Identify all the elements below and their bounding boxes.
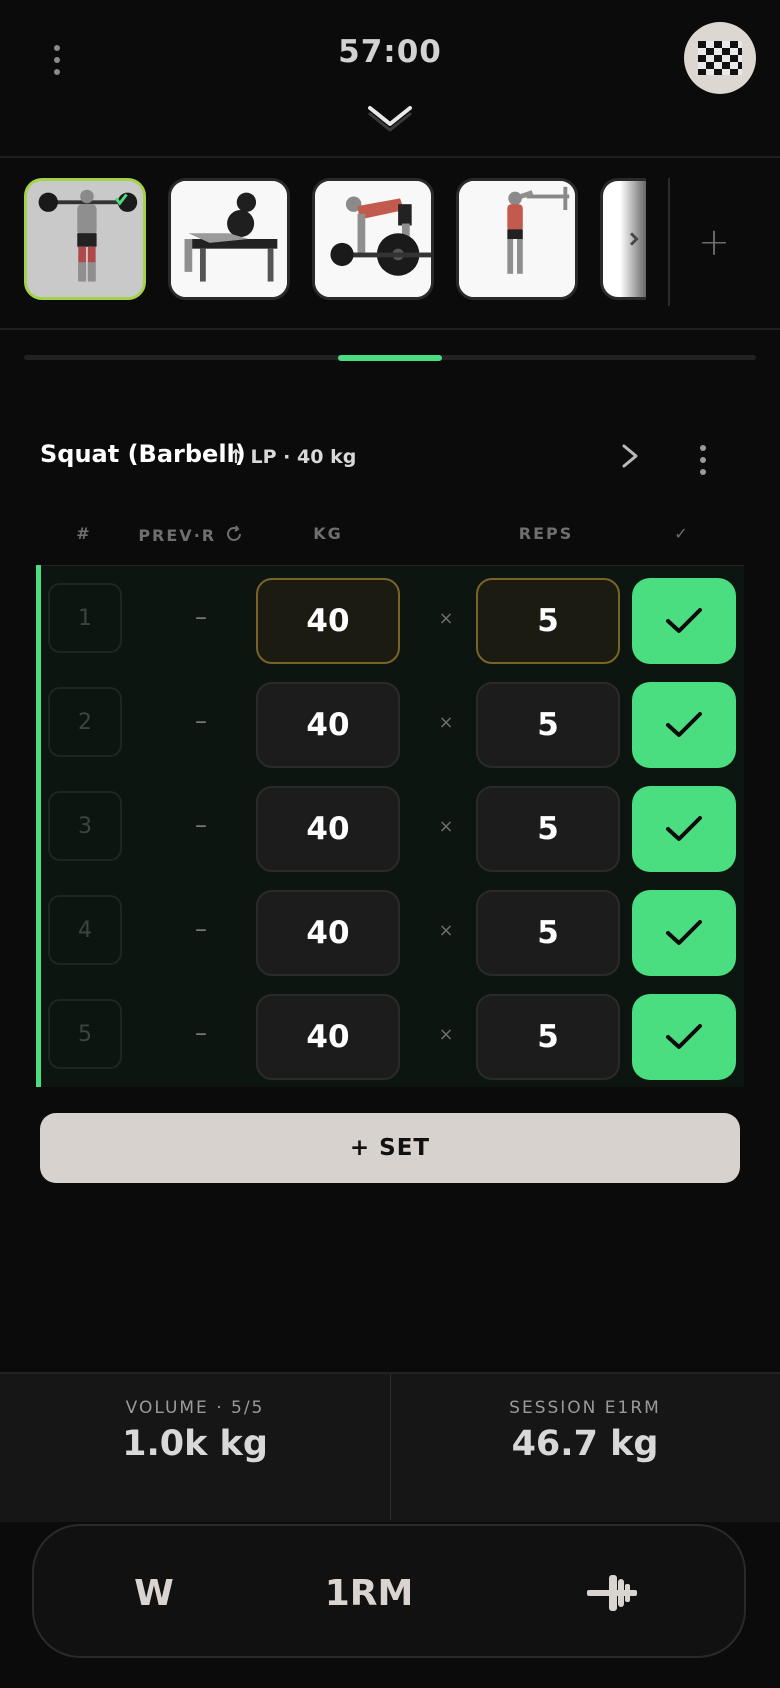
previous-value[interactable]: – <box>176 801 226 849</box>
workout-timer[interactable]: 57:00 <box>290 34 490 70</box>
col-header-number: # <box>76 524 92 543</box>
set-row: 2 – 40 × 5 <box>36 677 744 768</box>
previous-value[interactable]: – <box>176 697 226 745</box>
bent-over-row-illustration <box>315 181 431 297</box>
weight-input[interactable]: 40 <box>256 682 400 768</box>
exercise-thumb-squat[interactable] <box>24 178 146 300</box>
reps-input[interactable]: 5 <box>476 682 620 768</box>
exercise-name[interactable]: Squat (Barbell) <box>40 440 246 468</box>
checkmark-icon <box>666 920 702 945</box>
checkmark-icon <box>666 712 702 737</box>
warmup-button[interactable]: W <box>124 1570 184 1616</box>
one-rep-max-button[interactable]: 1RM <box>324 1570 414 1616</box>
exercise-thumb-more[interactable] <box>600 178 646 300</box>
exercise-progress-indicator <box>338 355 442 361</box>
barbell-plates-icon <box>587 1575 637 1611</box>
checkmark-icon <box>666 1024 702 1049</box>
exercise-thumb-bench-press[interactable] <box>168 178 290 300</box>
stats-divider <box>390 1374 391 1520</box>
volume-label: VOLUME · 5/5 <box>125 1398 265 1418</box>
exercise-more-button[interactable] <box>688 440 718 480</box>
weight-input[interactable]: 40 <box>256 994 400 1080</box>
set-number[interactable]: 4 <box>48 895 122 965</box>
weight-input[interactable]: 40 <box>256 578 400 664</box>
pull-up-illustration <box>459 181 575 297</box>
col-header-done: ✓ <box>674 524 690 543</box>
reps-input[interactable]: 5 <box>476 578 620 664</box>
set-row: 4 – 40 × 5 <box>36 885 744 976</box>
e1rm-value: 46.7 kg <box>511 1424 659 1464</box>
active-exercise-accent <box>36 565 41 1087</box>
reps-input[interactable]: 5 <box>476 786 620 872</box>
add-exercise-button[interactable]: + <box>690 202 738 282</box>
squat-illustration <box>27 181 143 297</box>
set-row: 5 – 40 × 5 <box>36 989 744 1080</box>
times-sign: × <box>438 816 454 837</box>
complete-set-button[interactable] <box>632 682 736 768</box>
complete-set-button[interactable] <box>632 578 736 664</box>
col-header-reps: REPS <box>518 524 574 543</box>
checkmark-icon <box>666 608 702 633</box>
e1rm-stat: SESSION E1RM 46.7 kg <box>390 1374 780 1522</box>
divider <box>0 328 780 330</box>
times-sign: × <box>438 1024 454 1045</box>
e1rm-label: SESSION E1RM <box>509 1398 661 1418</box>
reps-input[interactable]: 5 <box>476 890 620 976</box>
tools-dock: W 1RM <box>32 1524 746 1658</box>
previous-value[interactable]: – <box>176 1009 226 1057</box>
col-header-kg: KG <box>313 524 343 543</box>
weight-input[interactable]: 40 <box>256 786 400 872</box>
set-row: 1 – 40 × 5 <box>36 573 744 664</box>
set-number[interactable]: 3 <box>48 791 122 861</box>
set-number[interactable]: 5 <box>48 999 122 1069</box>
finish-workout-button[interactable] <box>684 22 756 94</box>
set-row: 3 – 40 × 5 <box>36 781 744 872</box>
bench-press-illustration <box>171 181 287 297</box>
sets-table: 1 – 40 × 5 2 – 40 × 5 3 – 40 × 5 4 – 40 … <box>36 565 744 1087</box>
volume-value: 1.0k kg <box>122 1424 268 1464</box>
times-sign: × <box>438 712 454 733</box>
complete-set-button[interactable] <box>632 994 736 1080</box>
checkered-flag-icon <box>698 41 742 75</box>
times-sign: × <box>438 608 454 629</box>
volume-stat: VOLUME · 5/5 1.0k kg <box>0 1374 390 1522</box>
exercise-strip: + <box>0 158 780 328</box>
previous-value[interactable]: – <box>176 593 226 641</box>
exercise-thumb-pull-up[interactable] <box>456 178 578 300</box>
add-set-button[interactable]: + SET <box>40 1113 740 1183</box>
next-exercise-chevron-icon[interactable] <box>610 434 650 478</box>
complete-set-button[interactable] <box>632 786 736 872</box>
chevron-right-icon <box>630 232 639 246</box>
strip-divider <box>668 178 670 306</box>
exercise-thumb-bent-over-row[interactable] <box>312 178 434 300</box>
times-sign: × <box>438 920 454 941</box>
set-number[interactable]: 1 <box>48 583 122 653</box>
menu-button[interactable] <box>42 40 72 80</box>
complete-set-button[interactable] <box>632 890 736 976</box>
col-header-prev[interactable]: PREV·R <box>136 524 246 545</box>
checkmark-icon <box>666 816 702 841</box>
col-header-prev-label: PREV·R <box>138 526 217 545</box>
previous-value[interactable]: – <box>176 905 226 953</box>
plate-calculator-button[interactable] <box>582 1570 642 1616</box>
set-number[interactable]: 2 <box>48 687 122 757</box>
collapse-chevron-icon[interactable] <box>360 100 420 140</box>
weight-input[interactable]: 40 <box>256 890 400 976</box>
reps-input[interactable]: 5 <box>476 994 620 1080</box>
table-top-border <box>36 565 744 566</box>
exercise-progression-meta: ↑ LP · 40 kg <box>228 446 357 468</box>
refresh-icon <box>226 525 241 541</box>
